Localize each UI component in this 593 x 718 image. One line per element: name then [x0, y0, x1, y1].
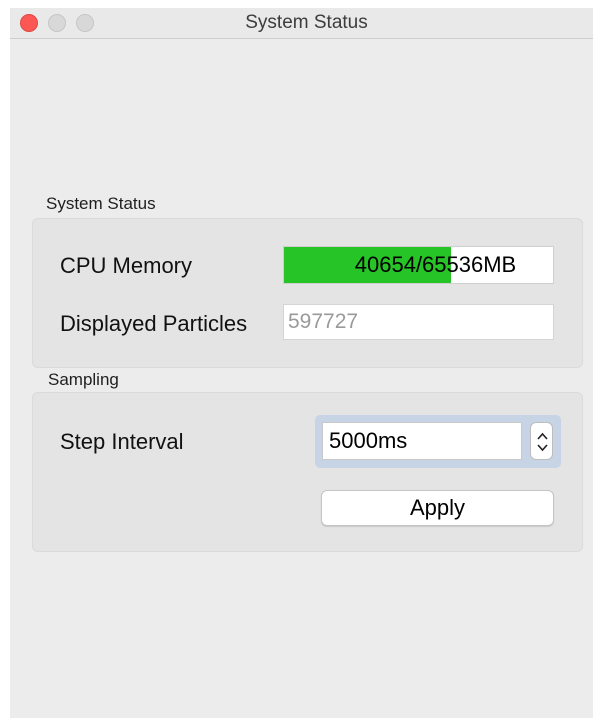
displayed-particles-field: 597727 — [283, 304, 554, 340]
system-status-group-title: System Status — [46, 194, 156, 213]
cpu-memory-progress-bar: 40654/65536MB — [283, 246, 554, 284]
sampling-group-title: Sampling — [48, 370, 119, 389]
apply-button[interactable]: Apply — [321, 490, 554, 526]
cpu-memory-label: CPU Memory — [60, 253, 193, 278]
up-down-arrows-icon[interactable] — [530, 422, 553, 460]
title-bar[interactable]: System Status — [10, 8, 593, 39]
system-status-window: System Status System Status CPU Memory 4… — [10, 8, 593, 718]
stepper-arrows-glyph — [537, 432, 548, 452]
system-status-groupbox — [32, 218, 583, 368]
window-title: System Status — [245, 12, 368, 33]
step-interval-label: Step Interval — [60, 429, 184, 454]
displayed-particles-label: Displayed Particles — [60, 311, 248, 336]
step-interval-input[interactable]: 5000ms — [322, 422, 522, 460]
cpu-memory-value: 40654/65536MB — [354, 252, 517, 277]
